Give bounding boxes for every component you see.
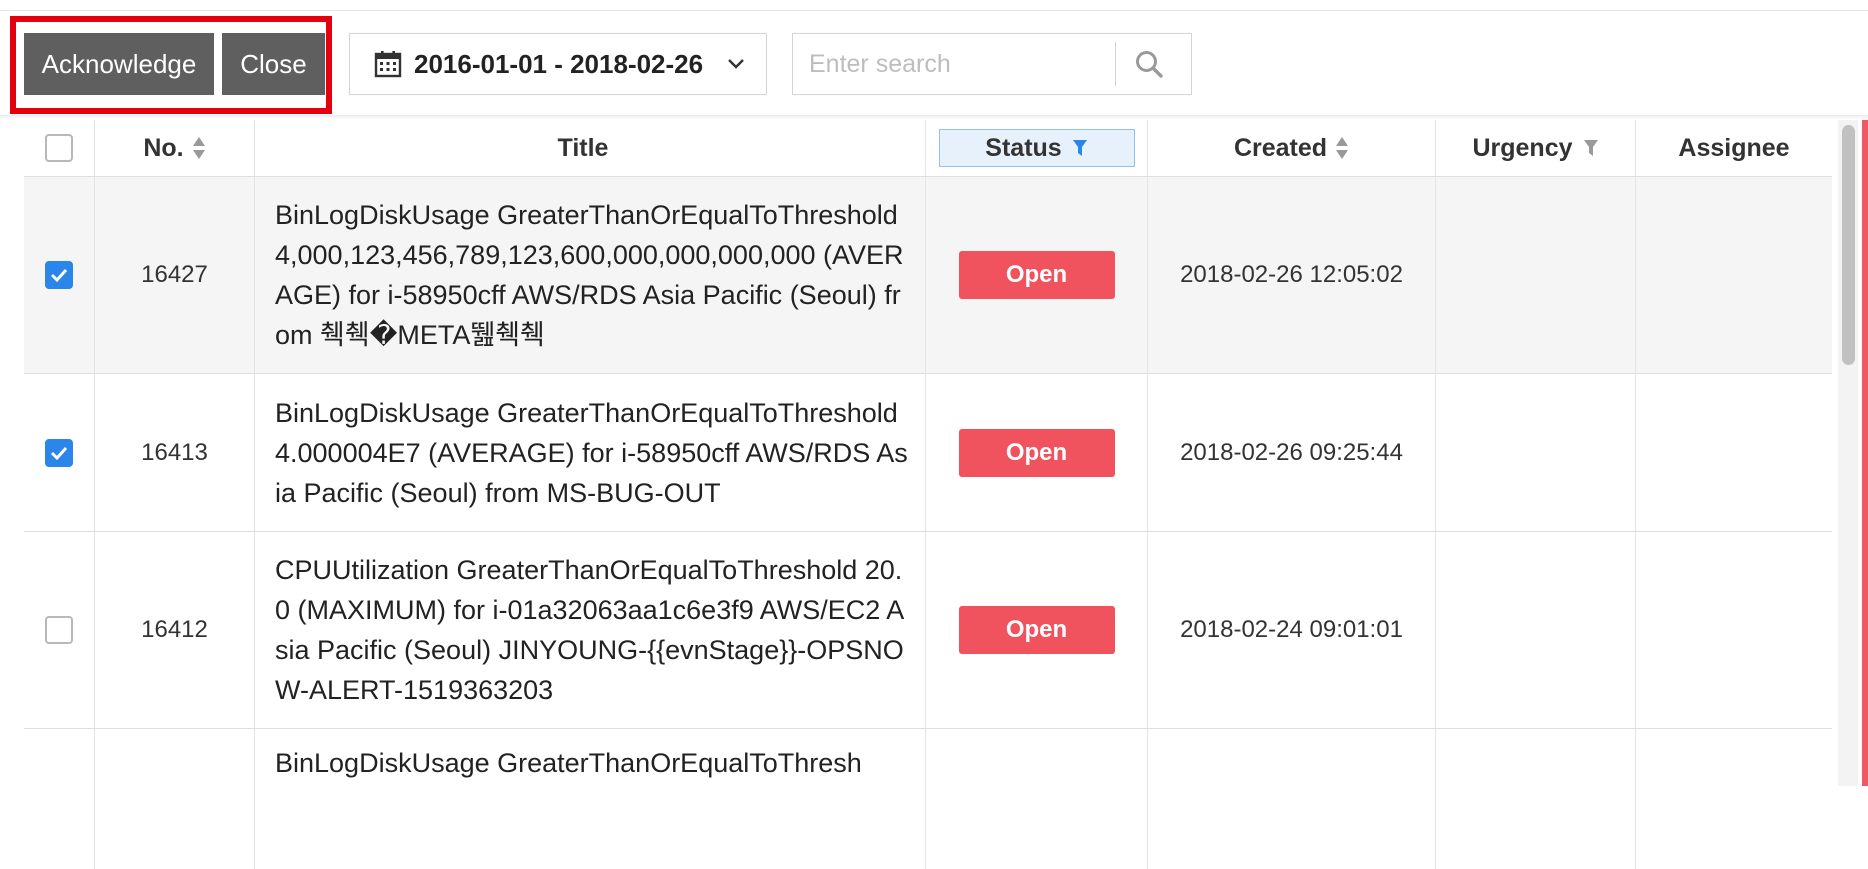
search-icon[interactable] [1134, 49, 1164, 79]
date-range-value: 2016-01-01 - 2018-02-26 [414, 48, 704, 79]
row-select-cell [24, 177, 95, 373]
row-number: 16413 [141, 438, 208, 466]
row-checkbox[interactable] [45, 616, 73, 644]
row-urgency-cell [1436, 532, 1636, 728]
row-status-cell: Open [926, 177, 1148, 373]
table-row[interactable]: BinLogDiskUsage GreaterThanOrEqualToThre… [24, 729, 1832, 869]
column-label-created: Created [1233, 133, 1328, 162]
row-status-cell: Open [926, 374, 1148, 531]
row-select-cell [24, 532, 95, 728]
table-row[interactable]: 16427 BinLogDiskUsage GreaterThanOrEqual… [24, 177, 1832, 374]
acknowledge-button[interactable]: Acknowledge [24, 33, 214, 95]
table-row[interactable]: 16412 CPUUtilization GreaterThanOrEqualT… [24, 532, 1832, 729]
column-label-status: Status [985, 133, 1062, 162]
sort-icon [192, 137, 205, 159]
select-all-checkbox[interactable] [45, 134, 73, 162]
status-badge: Open [958, 251, 1115, 299]
row-created-cell [1148, 729, 1436, 869]
search-box [792, 33, 1192, 95]
search-input[interactable] [793, 35, 1115, 93]
row-created-cell: 2018-02-24 09:01:01 [1148, 532, 1436, 728]
row-assignee-cell [1636, 374, 1832, 531]
row-created-cell: 2018-02-26 12:05:02 [1148, 177, 1436, 373]
column-header-title: Title [255, 120, 926, 176]
table-scrollbar-thumb[interactable] [1842, 125, 1855, 365]
row-status-cell [926, 729, 1148, 869]
column-header-no[interactable]: No. [95, 120, 255, 176]
column-label-no: No. [143, 133, 184, 162]
table-header-row: No. Title Status Created Urgency Assigne… [24, 120, 1832, 177]
date-range-picker[interactable]: 2016-01-01 - 2018-02-26 [349, 33, 767, 95]
row-title-cell[interactable]: BinLogDiskUsage GreaterThanOrEqualToThre… [255, 177, 926, 373]
row-checkbox[interactable] [45, 261, 73, 289]
row-number-cell [95, 729, 255, 869]
column-label-urgency: Urgency [1472, 133, 1573, 162]
row-assignee-cell [1636, 729, 1832, 869]
search-divider [1115, 42, 1116, 86]
row-select-cell [24, 374, 95, 531]
status-filter-active[interactable]: Status [938, 129, 1135, 167]
row-assignee-cell [1636, 532, 1832, 728]
row-number: 16427 [141, 261, 208, 288]
top-divider [0, 10, 1868, 11]
filter-icon [1072, 140, 1087, 156]
checkmark-icon [50, 446, 68, 460]
row-title[interactable]: BinLogDiskUsage GreaterThanOrEqualToThre… [275, 743, 862, 783]
column-label-assignee: Assignee [1678, 133, 1790, 162]
column-header-assignee: Assignee [1636, 120, 1832, 176]
row-title-cell[interactable]: BinLogDiskUsage GreaterThanOrEqualToThre… [255, 374, 926, 531]
row-urgency-cell [1436, 729, 1636, 869]
row-status-cell: Open [926, 532, 1148, 728]
row-number: 16412 [141, 616, 208, 643]
header-select-cell [24, 120, 95, 176]
checkmark-icon [50, 268, 68, 283]
row-created-cell: 2018-02-26 09:25:44 [1148, 374, 1436, 531]
row-created: 2018-02-26 12:05:02 [1180, 261, 1403, 288]
status-badge: Open [958, 428, 1115, 477]
column-header-status[interactable]: Status [926, 120, 1148, 176]
filter-icon [1583, 140, 1598, 156]
incident-table: No. Title Status Created Urgency Assigne… [24, 120, 1832, 869]
status-badge: Open [958, 606, 1115, 654]
row-created: 2018-02-24 09:01:01 [1180, 616, 1403, 643]
row-created: 2018-02-26 09:25:44 [1180, 438, 1403, 466]
row-assignee-cell [1636, 177, 1832, 373]
row-title[interactable]: BinLogDiskUsage GreaterThanOrEqualToThre… [275, 195, 911, 355]
row-title[interactable]: CPUUtilization GreaterThanOrEqualToThres… [275, 550, 911, 710]
column-label-title: Title [557, 133, 609, 162]
row-number-cell: 16427 [95, 177, 255, 373]
row-number-cell: 16413 [95, 374, 255, 531]
row-title-cell[interactable]: BinLogDiskUsage GreaterThanOrEqualToThre… [255, 729, 926, 869]
right-edge-strip [1862, 120, 1868, 786]
row-title-cell[interactable]: CPUUtilization GreaterThanOrEqualToThres… [255, 532, 926, 728]
chevron-down-icon [728, 59, 744, 69]
column-header-created[interactable]: Created [1148, 120, 1436, 176]
row-number-cell: 16412 [95, 532, 255, 728]
row-checkbox[interactable] [45, 438, 73, 467]
row-select-cell [24, 729, 95, 869]
close-button[interactable]: Close [222, 33, 325, 95]
row-title[interactable]: BinLogDiskUsage GreaterThanOrEqualToThre… [275, 393, 911, 513]
row-urgency-cell [1436, 177, 1636, 373]
table-top-shadow [0, 115, 1868, 119]
calendar-icon [374, 51, 402, 78]
sort-icon [1336, 137, 1349, 159]
column-header-urgency[interactable]: Urgency [1436, 120, 1636, 176]
table-row[interactable]: 16413 BinLogDiskUsage GreaterThanOrEqual… [24, 374, 1832, 532]
row-urgency-cell [1436, 374, 1636, 531]
